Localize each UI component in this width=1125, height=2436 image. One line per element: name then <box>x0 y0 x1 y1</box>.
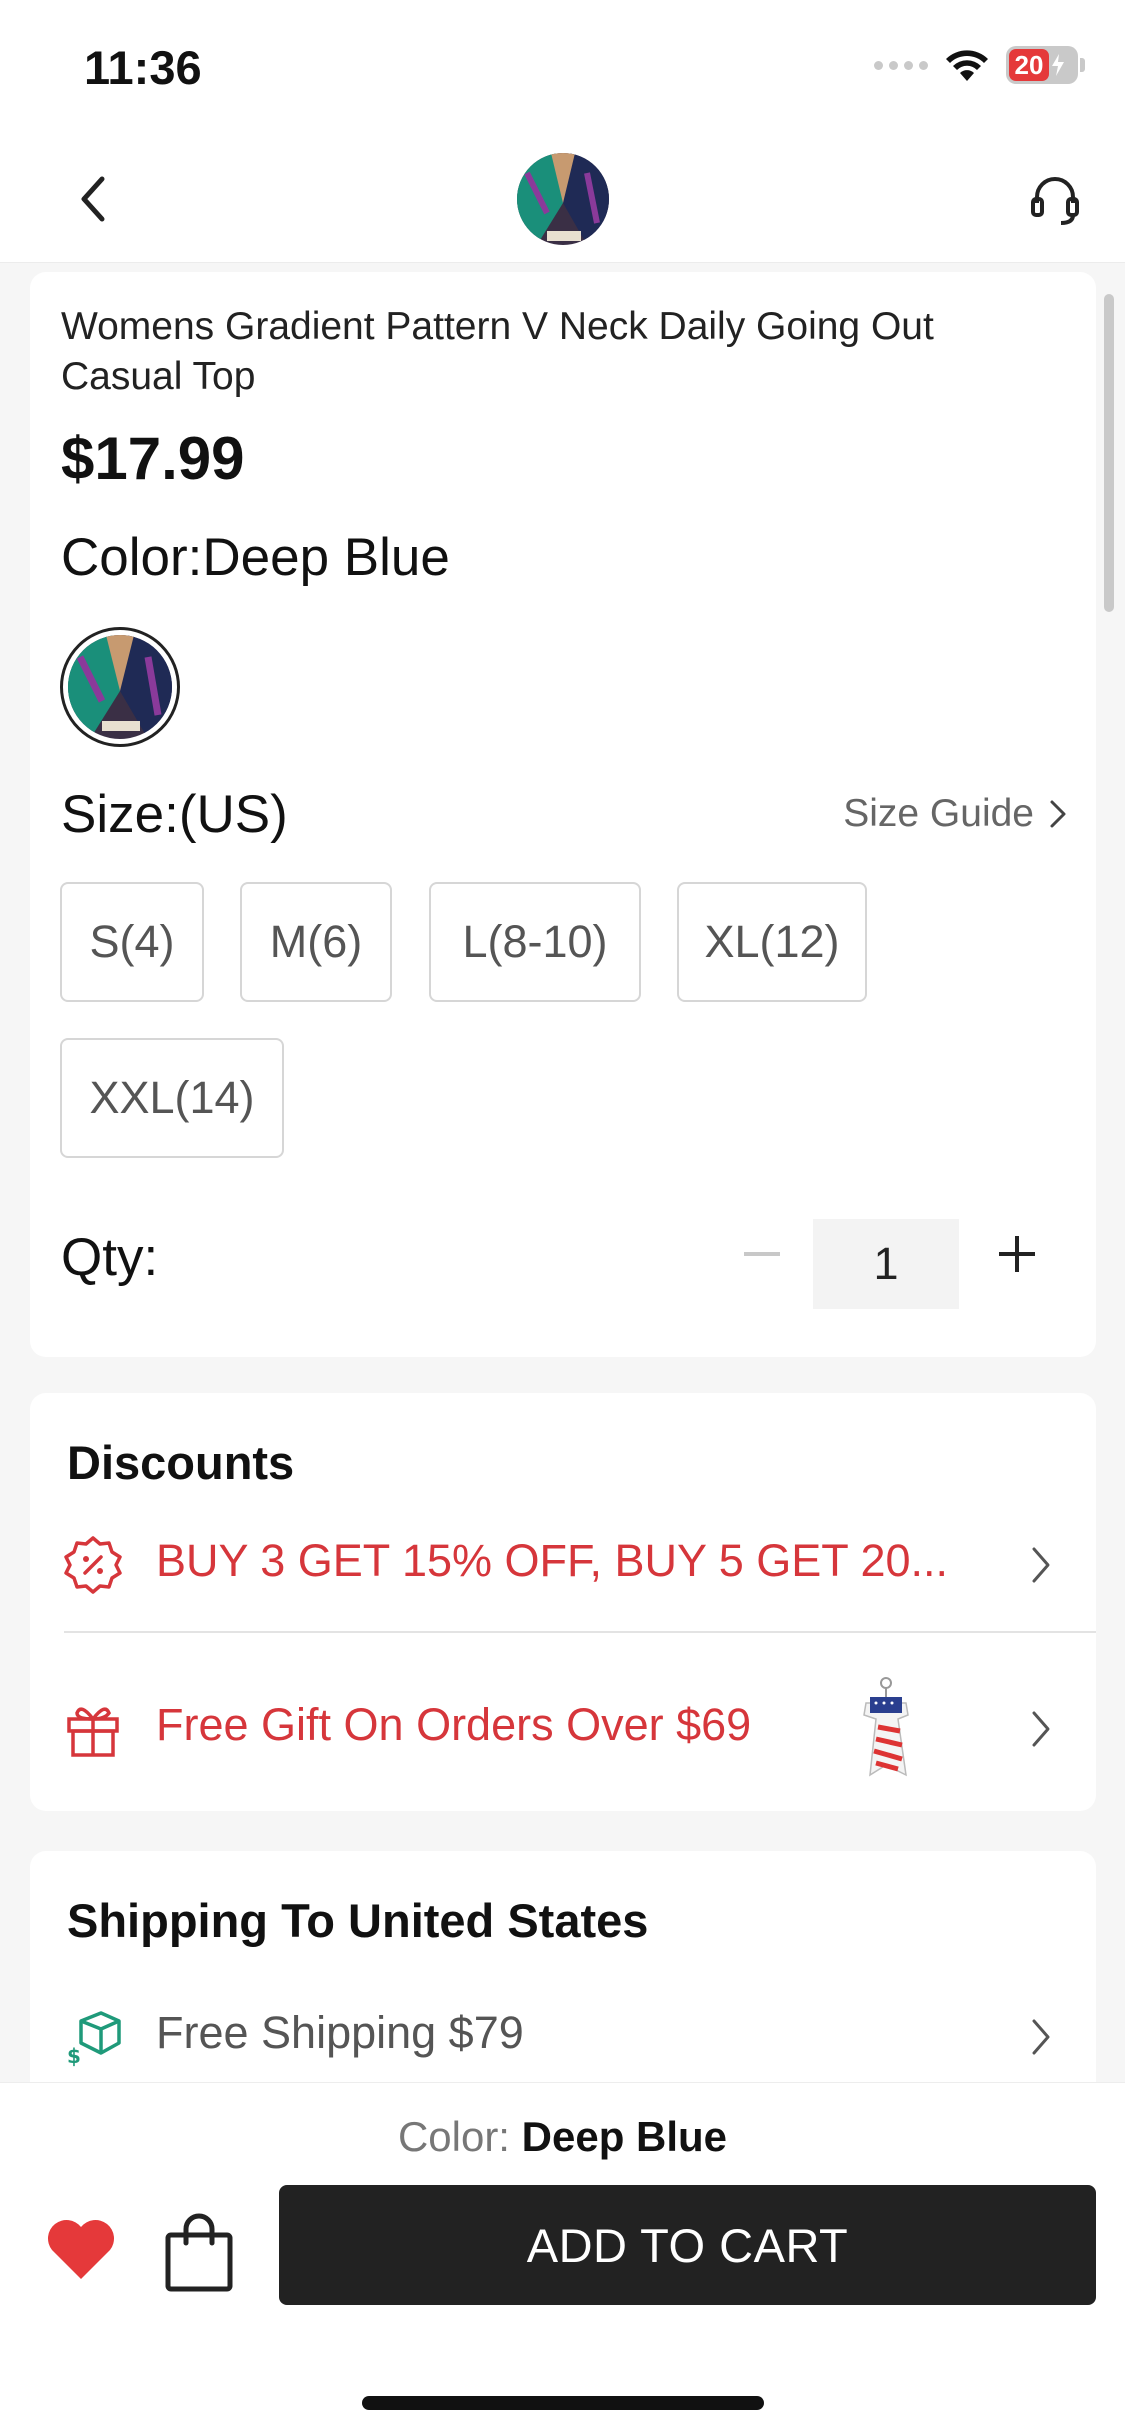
free-shipping-row[interactable]: $ Free Shipping $79 <box>30 1979 1096 2089</box>
heart-icon[interactable] <box>44 2213 118 2287</box>
qty-decrease-button[interactable] <box>730 1222 794 1286</box>
chevron-right-icon <box>1050 800 1066 828</box>
size-option-xxl[interactable]: XXL(14) <box>60 1038 284 1158</box>
bottom-action-bar: Color: Deep Blue ADD TO CART <box>0 2082 1125 2436</box>
divider <box>64 1631 1096 1633</box>
product-thumbnail[interactable] <box>517 153 609 245</box>
chevron-right-icon <box>1032 1547 1050 1583</box>
shopping-bag-icon[interactable] <box>162 2209 236 2293</box>
signal-icon <box>874 60 928 70</box>
size-guide-label: Size Guide <box>843 792 1034 835</box>
size-option-s[interactable]: S(4) <box>60 882 204 1002</box>
free-gift-row[interactable]: Free Gift On Orders Over $69 <box>30 1671 1096 1781</box>
discount-badge-icon <box>64 1536 122 1594</box>
wifi-icon <box>946 50 988 81</box>
status-bar: 11:36 20 <box>0 0 1125 135</box>
support-headset-icon[interactable] <box>1025 169 1085 229</box>
status-time: 11:36 <box>84 41 202 94</box>
free-gift-text: Free Gift On Orders Over $69 <box>156 1699 752 1750</box>
color-label: Color:Deep Blue <box>61 528 450 587</box>
scrollbar[interactable] <box>1104 294 1114 612</box>
gift-icon <box>67 1707 119 1757</box>
free-shipping-text: Free Shipping $79 <box>156 2007 524 2058</box>
back-icon[interactable] <box>66 169 126 229</box>
status-indicators: 20 <box>874 46 1085 84</box>
minus-icon <box>744 1252 780 1256</box>
qty-label: Qty: <box>61 1228 159 1287</box>
size-option-xl[interactable]: XL(12) <box>677 882 867 1002</box>
qty-input[interactable]: 1 <box>813 1219 959 1309</box>
home-indicator[interactable] <box>362 2396 764 2410</box>
size-guide-link[interactable]: Size Guide <box>843 792 1068 836</box>
add-to-cart-button[interactable]: ADD TO CART <box>279 2185 1096 2305</box>
nav-bar <box>0 135 1125 263</box>
battery-level: 20 <box>1014 49 1044 80</box>
size-label: Size:(US) <box>61 785 288 844</box>
color-swatch-deep-blue[interactable] <box>60 627 180 747</box>
svg-text:$: $ <box>67 2044 81 2067</box>
product-price: $17.99 <box>61 425 245 492</box>
product-options-card: Womens Gradient Pattern V Neck Daily Goi… <box>30 272 1096 1357</box>
plus-icon <box>999 1236 1035 1272</box>
shipping-heading: Shipping To United States <box>67 1894 649 1947</box>
size-option-l[interactable]: L(8-10) <box>429 882 641 1002</box>
selected-color-value: Deep Blue <box>521 2113 728 2160</box>
selected-color-prefix: Color: <box>397 2113 510 2160</box>
shipping-box-icon: $ <box>67 2011 121 2067</box>
battery-icon: 20 <box>1006 46 1078 84</box>
shipping-card: Shipping To United States $ Free Shippin… <box>30 1851 1096 2111</box>
discount-offer-text: BUY 3 GET 15% OFF, BUY 5 GET 20... <box>156 1535 949 1586</box>
qty-increase-button[interactable] <box>985 1222 1049 1286</box>
size-option-m[interactable]: M(6) <box>240 882 392 1002</box>
selected-color-summary: Color: Deep Blue <box>0 2113 1125 2161</box>
gift-pendant-image <box>863 1677 909 1777</box>
discounts-card: Discounts BUY 3 GET 15% OFF, BUY 5 GET 2… <box>30 1393 1096 1811</box>
discount-offer-row[interactable]: BUY 3 GET 15% OFF, BUY 5 GET 20... <box>30 1507 1096 1617</box>
chevron-right-icon <box>1032 2019 1050 2055</box>
chevron-right-icon <box>1032 1711 1050 1747</box>
discounts-heading: Discounts <box>67 1436 295 1489</box>
product-title: Womens Gradient Pattern V Neck Daily Goi… <box>61 305 934 398</box>
